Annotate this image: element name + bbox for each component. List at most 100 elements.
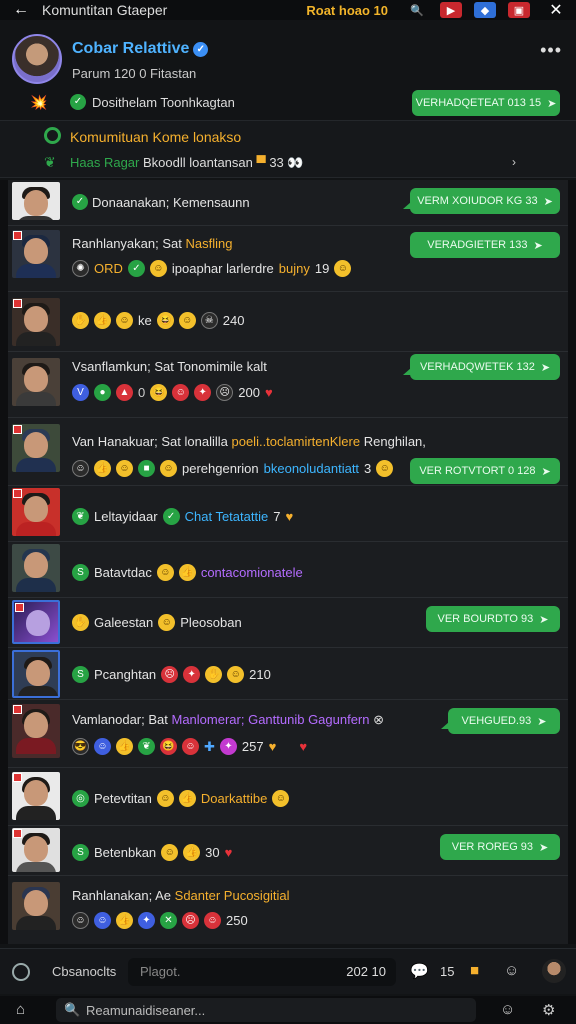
join-button[interactable]: VERHADQETEAT 013 15 ➤ [412, 90, 560, 116]
emoji-icon[interactable]: ☺ [500, 1001, 515, 1018]
fire-icon: ✦ [183, 666, 201, 683]
message-list[interactable]: ✓ Donaanakan; Kemensaunn VERM XOIUDOR KG… [0, 180, 576, 944]
pinned-subtitle: Haas Ragar Bkoodll loantansan ▀ 33 👀 [70, 155, 304, 170]
search-placeholder: Reamunaidiseaner... [86, 1003, 206, 1018]
reaction-row: ☺ ☺ 👍 ✦ ✕ ☹ ☺ 250 [72, 912, 248, 929]
list-item[interactable]: ✋ 👍 ☺ ke 😆 ☺ ☠ 240 [8, 292, 568, 352]
leaf-icon: ✕ [160, 912, 177, 929]
window-title: Komuntitan Gtaeper [42, 2, 168, 18]
thumbs-up-icon: 👍 [116, 912, 133, 929]
avatar[interactable] [542, 959, 566, 983]
message-text: Van Hanakuar; Sat lonalilla poeli..tocla… [72, 434, 426, 449]
avatar [12, 488, 60, 536]
close-icon[interactable]: ✕ [536, 0, 576, 20]
sparkle-icon: ✺ [72, 260, 89, 277]
back-arrow-icon[interactable]: ← [0, 1, 42, 19]
message-text: ❦ Leltayidaar ✓ Chat Tetatattie 7 ♥ [72, 508, 293, 525]
chat-title[interactable]: Cobar Relattive ✓ [72, 40, 209, 58]
send-icon: ➤ [533, 239, 543, 252]
send-icon: ➤ [539, 841, 549, 854]
avatar [12, 772, 60, 820]
plus-icon: ✚ [204, 738, 215, 754]
view-button[interactable]: VER BOURDTO 93 ➤ [426, 606, 560, 632]
chevron-right-icon[interactable]: › [512, 155, 516, 169]
refresh-icon[interactable] [12, 963, 30, 981]
message-text: Vamlanodar; Bat Manlomerar; Ganttunib Ga… [72, 712, 385, 727]
view-button[interactable]: VER ROTVTORT 0 128 ➤ [410, 458, 560, 484]
laugh-icon: 😆 [160, 738, 177, 755]
send-icon: ➤ [541, 465, 551, 478]
smile-icon: ☺ [94, 738, 111, 755]
smile-icon: ☺ [156, 790, 174, 807]
view-button[interactable]: VERADGIETER 133 ➤ [410, 232, 560, 258]
avatar [12, 298, 60, 346]
check-icon: ✓ [70, 94, 86, 110]
leaf-icon: ❦ [72, 508, 89, 525]
search-input[interactable]: 🔍 Reamunaidiseaner... [56, 998, 476, 1022]
home-icon[interactable]: ⌂ [16, 1001, 25, 1018]
shield-icon[interactable]: ◆ [474, 2, 496, 18]
heart-icon: ♥ [268, 739, 277, 754]
settings-icon[interactable]: ⚙ [542, 1001, 555, 1019]
list-item[interactable]: ✋ Galeestan ☺ Pleosoban VER BOURDTO 93 ➤ [8, 598, 568, 648]
hand-icon: ✋ [72, 614, 89, 631]
thumbs-up-icon: 👍 [94, 460, 111, 477]
chat-bubble-icon[interactable]: 💬 [410, 962, 429, 980]
list-item[interactable]: Vamlanodar; Bat Manlomerar; Ganttunib Ga… [8, 700, 568, 768]
header-status-row: 💥 ✓ Dosithelam Toonhkagtan VERHADQETEAT … [30, 90, 566, 116]
angry-icon: ☹ [182, 912, 199, 929]
avatar [12, 882, 60, 930]
list-item[interactable]: S Pcanghtan ☹ ✦ ✋ ☺ 210 [8, 648, 568, 700]
message-input[interactable]: Plagot. 202 10 [128, 958, 396, 986]
list-item[interactable]: S Betenbkan ☺ 👍 30 ♥ VER ROREG 93 ➤ [8, 826, 568, 876]
search-icon[interactable]: 🔍 [406, 2, 428, 18]
message-composer: Cbsanoclts Plagot. 202 10 💬 15 ■ ☺ [0, 948, 576, 994]
send-icon: ➤ [543, 195, 553, 208]
chat-header: Cobar Relattive ✓ Parum 120 0 Fitastan ••… [0, 28, 576, 118]
smile-icon: ☺ [172, 384, 190, 401]
flag-icon[interactable]: ▶ [440, 2, 462, 18]
star-icon: ✦ [194, 384, 212, 401]
list-item[interactable]: Ranhlanyakan; Sat Nasfling ✺ ORD ✓ ☺ ipoapha… [8, 226, 568, 292]
view-button[interactable]: VER ROREG 93 ➤ [440, 834, 560, 860]
sparkle-icon: 💥 [30, 94, 48, 110]
composer-label[interactable]: Cbsanoclts [52, 964, 116, 979]
gift-icon[interactable]: ■ [470, 962, 479, 979]
hand-icon: ✋ [205, 666, 223, 683]
leaf-icon: S [72, 666, 89, 683]
list-item[interactable]: Vsanflamkun; Sat Tonomimile kalt V ● ▲ 0 😆 ☺ ✦… [8, 352, 568, 418]
star-icon: ✦ [219, 738, 237, 755]
view-button[interactable]: VERM XOIUDOR KG 33 ➤ [403, 188, 560, 214]
message-text: ◎ Petevtitan ☺ 👍 Doarkattibe ☺ [72, 790, 290, 807]
face-icon: ☺ [72, 460, 89, 477]
list-item[interactable]: ◎ Petevtitan ☺ 👍 Doarkattibe ☺ [8, 768, 568, 826]
heart-icon: ♥ [224, 845, 233, 860]
list-item[interactable]: ✓ Donaanakan; Kemensaunn VERM XOIUDOR KG… [8, 180, 568, 226]
more-options-icon[interactable]: ••• [540, 40, 562, 61]
avatar [12, 358, 60, 406]
list-item[interactable]: Van Hanakuar; Sat lonalilla poeli..tocla… [8, 418, 568, 486]
heart-icon: ♥ [299, 739, 308, 754]
thumbs-up-icon: 👍 [183, 844, 201, 861]
avatar [12, 704, 60, 758]
angry-icon: ☹ [216, 384, 234, 401]
message-text: S Pcanghtan ☹ ✦ ✋ ☺ 210 [72, 666, 271, 683]
view-button[interactable]: VERHADQWETEK 132 ➤ [403, 354, 560, 380]
message-text: Ranhlanakan; Ae Sdanter Pucosigitial [72, 888, 290, 903]
bookmark-icon[interactable]: ▣ [508, 2, 530, 18]
avatar [12, 182, 60, 220]
message-text: Ranhlanyakan; Sat Nasfling [72, 236, 233, 251]
view-button[interactable]: VEHGUED.93 ➤ [441, 708, 560, 734]
send-icon: ➤ [537, 715, 547, 728]
avatar[interactable] [12, 34, 62, 84]
angry-icon: ☹ [161, 666, 179, 683]
emoji-icon[interactable]: ☺ [504, 962, 519, 979]
list-item[interactable]: ❦ Leltayidaar ✓ Chat Tetatattie 7 ♥ [8, 486, 568, 542]
laugh-icon: 😆 [150, 384, 168, 401]
message-text: Donaanakan; Kemensaunn [92, 195, 250, 210]
pinned-message[interactable]: Komumituan Kome lonakso ❦ Haas Ragar Bko… [0, 120, 576, 178]
list-item[interactable]: S Batavtdac ☺ 👍 contacomionatele [8, 542, 568, 598]
reaction-row: ✋ 👍 ☺ ke 😆 ☺ ☠ 240 [72, 312, 244, 329]
smile-icon: ☺ [158, 614, 176, 631]
list-item[interactable]: Ranhlanakan; Ae Sdanter Pucosigitial ☺ ☺ 👍… [8, 876, 568, 942]
